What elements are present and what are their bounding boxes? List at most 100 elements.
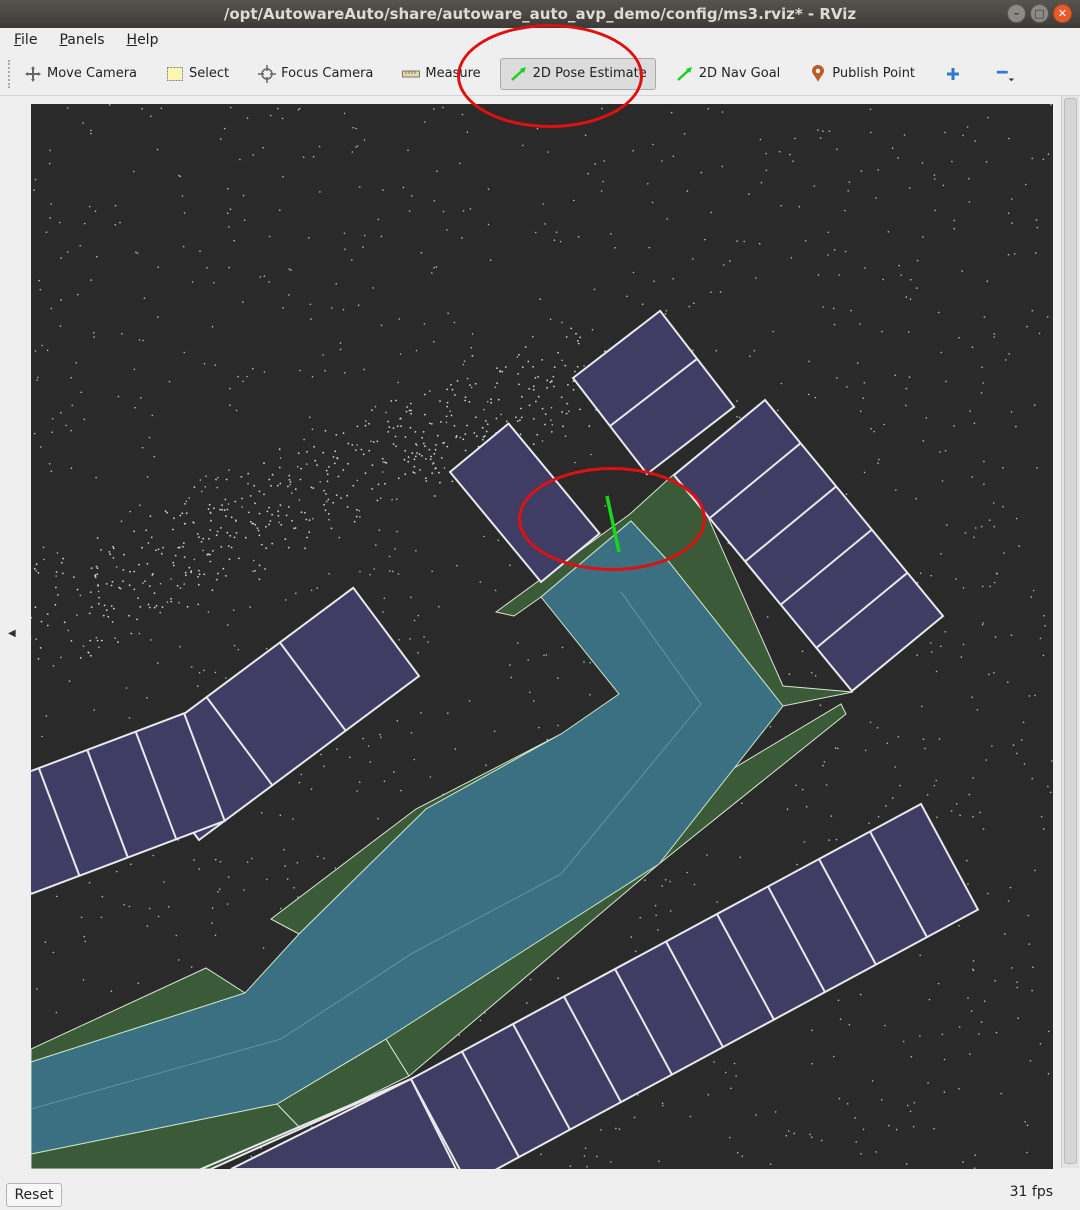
point <box>33 567 36 570</box>
point <box>59 325 62 327</box>
point <box>35 638 37 640</box>
point <box>490 401 493 404</box>
point <box>351 151 354 153</box>
point <box>863 382 866 384</box>
point <box>535 400 537 403</box>
close-icon[interactable]: ✕ <box>1053 4 1072 23</box>
point <box>288 294 290 296</box>
publish-point-tool[interactable]: Publish Point <box>799 58 924 90</box>
point <box>810 1136 813 1138</box>
point <box>836 377 838 379</box>
point <box>310 486 313 489</box>
point <box>319 481 322 483</box>
focus-camera-tool[interactable]: Focus Camera <box>248 58 382 90</box>
point <box>928 998 931 1001</box>
point <box>846 386 848 388</box>
point <box>316 587 319 589</box>
menu-panels[interactable]: Panels <box>45 32 112 48</box>
nav-goal-tool[interactable]: 2D Nav Goal <box>666 58 790 90</box>
point <box>215 534 218 537</box>
point <box>724 1071 727 1074</box>
point <box>1016 981 1018 983</box>
3d-render-view[interactable] <box>31 104 1053 1169</box>
point <box>340 497 342 499</box>
point <box>271 542 274 545</box>
point <box>410 732 413 734</box>
point <box>325 493 327 495</box>
point <box>238 557 240 560</box>
menu-help[interactable]: Help <box>113 32 167 48</box>
minimize-icon[interactable]: – <box>1007 4 1026 23</box>
point <box>300 773 303 776</box>
maximize-icon[interactable]: □ <box>1030 4 1049 23</box>
select-tool[interactable]: Select <box>156 58 238 90</box>
point <box>777 409 779 412</box>
right-scrollbar[interactable] <box>1061 96 1079 1168</box>
point <box>885 805 887 807</box>
point <box>112 545 114 548</box>
point <box>909 1110 912 1113</box>
point <box>672 278 674 280</box>
point <box>159 611 161 614</box>
point <box>905 387 908 390</box>
point <box>451 480 454 483</box>
toolbar: Move Camera Select Focus Camera Measure … <box>0 52 1080 96</box>
point <box>337 475 340 478</box>
point <box>326 480 329 483</box>
map-canvas[interactable] <box>31 104 1053 1169</box>
point <box>835 838 838 841</box>
point <box>522 144 524 147</box>
point <box>1011 967 1013 969</box>
point <box>520 407 522 410</box>
scrollbar-thumb[interactable] <box>1064 98 1077 1164</box>
point <box>185 512 188 515</box>
point <box>489 259 492 261</box>
point <box>517 373 519 375</box>
point <box>877 816 880 818</box>
point <box>343 112 346 115</box>
point <box>392 427 395 429</box>
point <box>924 747 926 750</box>
point <box>211 907 214 909</box>
point <box>838 274 840 276</box>
point <box>290 269 292 271</box>
point <box>814 675 817 677</box>
left-panel-collapse-icon[interactable]: ◀ <box>8 628 20 642</box>
point <box>596 1155 598 1158</box>
point <box>972 960 975 962</box>
point <box>330 527 333 530</box>
measure-tool[interactable]: Measure <box>392 58 489 90</box>
point <box>214 934 217 937</box>
point <box>658 1160 660 1163</box>
point <box>972 969 975 972</box>
point <box>46 624 49 627</box>
menu-file[interactable]: File <box>0 32 45 48</box>
point <box>431 472 434 475</box>
pose-estimate-tool[interactable]: 2D Pose Estimate <box>499 57 656 90</box>
point <box>964 532 967 534</box>
remove-tool-button[interactable] <box>986 58 1028 90</box>
point <box>312 487 315 489</box>
point <box>1036 226 1039 229</box>
add-tool-button[interactable] <box>934 58 976 90</box>
point <box>82 122 84 124</box>
point <box>93 331 95 334</box>
point <box>271 473 274 476</box>
point <box>223 509 226 512</box>
point <box>473 432 476 434</box>
point <box>721 111 724 113</box>
point <box>875 197 877 199</box>
point <box>128 614 130 617</box>
point <box>1042 828 1045 830</box>
point <box>163 881 165 883</box>
point <box>789 153 791 156</box>
point <box>264 568 266 570</box>
point <box>794 137 796 140</box>
point <box>557 724 559 727</box>
point <box>193 486 196 488</box>
point <box>700 171 703 174</box>
move-camera-tool[interactable]: Move Camera <box>14 58 146 90</box>
point <box>980 392 983 394</box>
reset-button[interactable]: Reset <box>6 1183 62 1207</box>
point <box>270 114 272 117</box>
